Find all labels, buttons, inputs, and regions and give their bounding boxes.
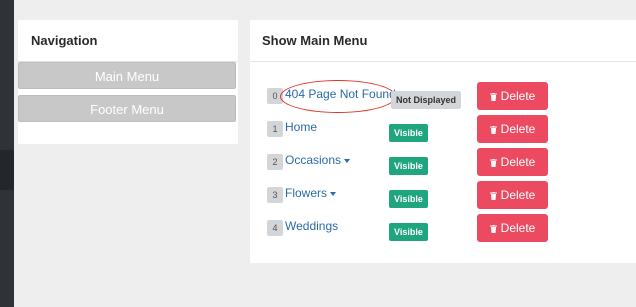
menu-item-row: 2 Occasions Visible Delete [250, 147, 636, 177]
nav-button-main-menu[interactable]: Main Menu [18, 62, 236, 89]
trash-icon [489, 225, 497, 233]
trash-icon [489, 192, 497, 200]
menu-item-row: 1 Home Visible Delete [250, 114, 636, 144]
delete-button[interactable]: Delete [477, 181, 548, 209]
caret-down-icon [330, 191, 337, 196]
menu-item-link-404[interactable]: 404 Page Not Found [285, 87, 396, 101]
menu-item-link-home[interactable]: Home [285, 120, 317, 134]
menu-item-link-occasions[interactable]: Occasions [285, 153, 351, 167]
status-badge-visible: Visible [389, 223, 428, 241]
navigation-panel: Navigation Main Menu Footer Menu [18, 20, 238, 144]
menu-item-row: 0 404 Page Not Found Not Displayed Delet… [250, 80, 636, 113]
delete-button-label: Delete [500, 221, 536, 235]
trash-icon [489, 93, 497, 101]
main-menu-title: Show Main Menu [250, 20, 636, 62]
delete-button-label: Delete [500, 188, 536, 202]
trash-icon [489, 159, 497, 167]
menu-item-link-weddings[interactable]: Weddings [285, 219, 338, 233]
delete-button[interactable]: Delete [477, 214, 548, 242]
trash-icon [489, 126, 497, 134]
left-sidebar-strip [0, 0, 14, 307]
menu-item-row: 4 Weddings Visible Delete [250, 213, 636, 243]
delete-button-label: Delete [500, 122, 536, 136]
order-badge: 0 [267, 88, 283, 104]
menu-item-label: Occasions [285, 153, 342, 167]
delete-button[interactable]: Delete [477, 82, 548, 110]
main-menu-panel: Show Main Menu 0 404 Page Not Found Not … [250, 20, 636, 263]
order-badge: 3 [267, 187, 283, 203]
order-badge: 1 [267, 121, 283, 137]
nav-button-footer-menu[interactable]: Footer Menu [18, 95, 236, 122]
delete-button[interactable]: Delete [477, 148, 548, 176]
menu-item-link-flowers[interactable]: Flowers [285, 186, 337, 200]
menu-item-label: Flowers [285, 186, 328, 200]
status-badge-visible: Visible [389, 124, 428, 142]
status-badge-visible: Visible [389, 157, 428, 175]
status-badge-visible: Visible [389, 190, 428, 208]
delete-button-label: Delete [500, 155, 536, 169]
order-badge: 2 [267, 154, 283, 170]
menu-item-row: 3 Flowers Visible Delete [250, 180, 636, 210]
order-badge: 4 [267, 220, 283, 236]
navigation-title: Navigation [18, 20, 238, 62]
delete-button-label: Delete [500, 89, 536, 103]
delete-button[interactable]: Delete [477, 115, 548, 143]
status-badge-not-displayed: Not Displayed [391, 91, 462, 109]
caret-down-icon [344, 158, 351, 163]
sidebar-active-band [0, 150, 14, 190]
navigation-menu-list: Main Menu Footer Menu [18, 62, 238, 122]
